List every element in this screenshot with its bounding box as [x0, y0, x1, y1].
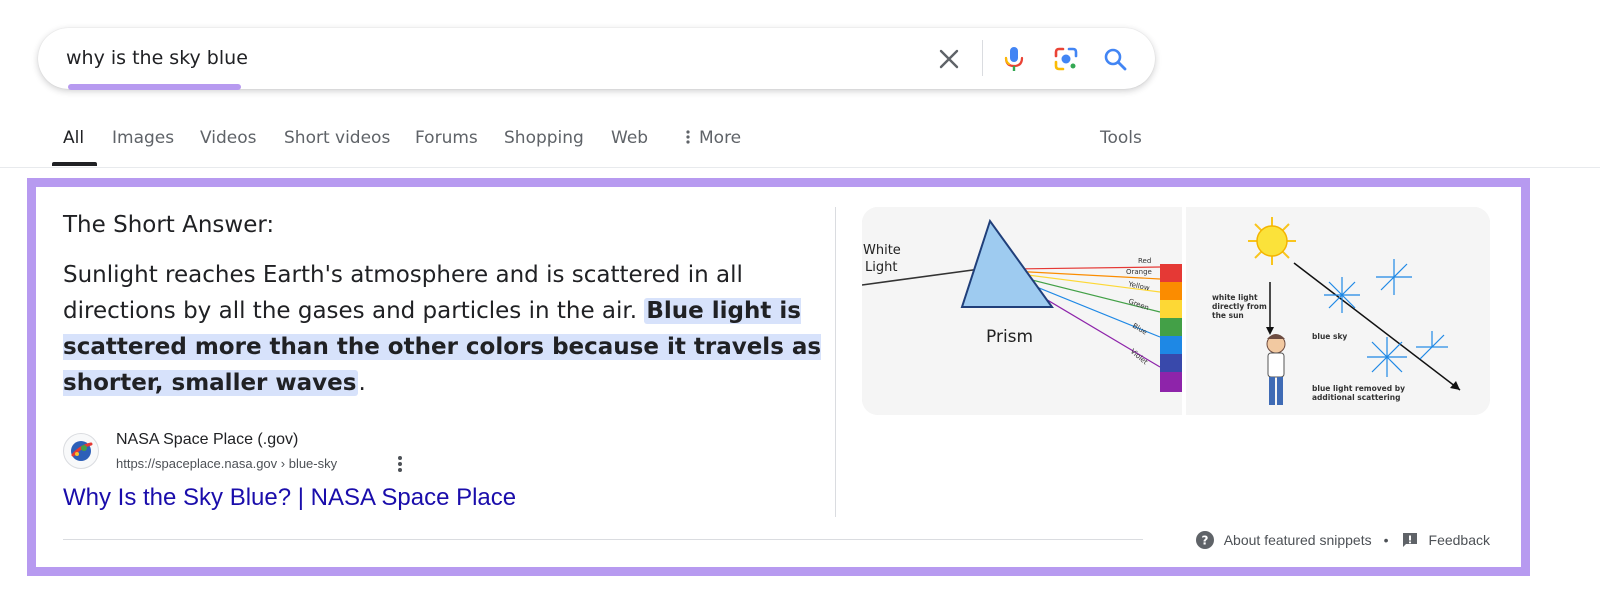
footer-separator: •: [1383, 532, 1389, 548]
orange-label: Orange: [1126, 268, 1152, 276]
tab-short-videos[interactable]: Short videos: [284, 128, 390, 148]
tab-more[interactable]: More: [683, 128, 741, 148]
search-tabs: All Images Videos Short videos Forums Sh…: [0, 118, 1600, 168]
source-name: NASA Space Place (.gov): [116, 431, 299, 448]
search-input[interactable]: why is the sky blue: [66, 47, 248, 69]
tab-more-label: More: [699, 128, 742, 148]
source-attribution[interactable]: NASA Space Place (.gov) https://spacepla…: [63, 429, 563, 477]
tab-videos[interactable]: Videos: [200, 128, 257, 148]
snippet-bottom-divider: [63, 539, 1143, 540]
tab-images[interactable]: Images: [112, 128, 174, 148]
snippet-footer: ? About featured snippets • Feedback: [1195, 529, 1490, 551]
sun-icon: [1248, 217, 1296, 265]
red-label: Red: [1138, 257, 1151, 265]
vertical-dots-icon: [686, 130, 690, 144]
about-featured-snippets-link[interactable]: About featured snippets: [1224, 532, 1372, 548]
tab-shopping[interactable]: Shopping: [504, 128, 584, 148]
close-icon[interactable]: [934, 44, 964, 74]
source-url: https://spaceplace.nasa.gov › blue-sky: [116, 456, 338, 471]
removed-label-1: blue light removed by: [1312, 384, 1405, 393]
feedback-icon: [1401, 531, 1419, 549]
tab-all[interactable]: All: [63, 128, 84, 148]
active-tab-indicator: [52, 162, 97, 166]
tools-button[interactable]: Tools: [1100, 128, 1142, 148]
help-circle-icon: ?: [1195, 531, 1214, 549]
direct-label-1: white light: [1212, 293, 1258, 302]
tabs-divider: [0, 167, 1600, 168]
microphone-icon[interactable]: [999, 44, 1029, 74]
nasa-favicon-icon: [63, 433, 99, 469]
scatter-burst-3: [1367, 337, 1407, 377]
white-light-label-1: White: [863, 243, 901, 258]
snippet-heading: The Short Answer:: [63, 212, 275, 238]
snippet-image[interactable]: White Light Prism Red Orange Yellow Gree…: [862, 207, 1490, 415]
scatter-burst-1: [1324, 277, 1360, 313]
search-bar[interactable]: why is the sky blue: [38, 28, 1155, 90]
search-query-underline: [68, 84, 241, 90]
direct-label-2: directly from: [1212, 302, 1267, 311]
tab-forums[interactable]: Forums: [415, 128, 478, 148]
white-light-label-2: Light: [865, 260, 897, 275]
direct-label-3: the sun: [1212, 311, 1244, 320]
answer-text: Sunlight reaches Earth's atmosphere and …: [63, 262, 743, 324]
column-divider: [835, 207, 836, 517]
tab-web[interactable]: Web: [611, 128, 648, 148]
prism-label: Prism: [986, 327, 1033, 347]
featured-snippet: The Short Answer: Sunlight reaches Earth…: [27, 178, 1530, 576]
more-options-icon[interactable]: [396, 454, 404, 474]
prism-diagram-panel: [862, 207, 1182, 415]
feedback-link[interactable]: Feedback: [1429, 532, 1490, 548]
snippet-answer: Sunlight reaches Earth's atmosphere and …: [63, 257, 823, 401]
blue-sky-label: blue sky: [1312, 332, 1347, 341]
removed-label-2: additional scattering: [1312, 393, 1400, 402]
camera-lens-icon[interactable]: [1051, 44, 1081, 74]
search-bar-divider: [982, 40, 983, 76]
svg-text:?: ?: [1201, 534, 1208, 548]
answer-end: .: [358, 370, 366, 396]
search-icon[interactable]: [1100, 44, 1130, 74]
result-title-link[interactable]: Why Is the Sky Blue? | NASA Space Place: [63, 484, 516, 512]
